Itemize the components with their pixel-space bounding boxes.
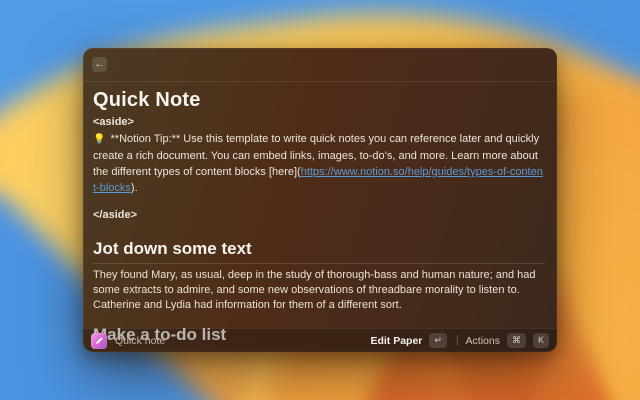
edit-paper-button[interactable]: Edit Paper — [370, 335, 422, 347]
section-paragraph: They found Mary, as usual, deep in the s… — [93, 268, 545, 313]
section-divider — [93, 263, 545, 264]
k-keycap[interactable]: K — [533, 333, 549, 348]
aside-open-tag: <aside> — [93, 116, 545, 128]
back-button[interactable]: ← — [92, 57, 107, 72]
lightbulb-icon: 💡 — [93, 134, 105, 145]
footer-bar: Quick note Edit Paper ↵ | Actions ⌘ K — [83, 328, 557, 352]
actions-button[interactable]: Actions — [466, 335, 500, 347]
quick-note-window: ← Quick Note <aside> 💡 **Notion Tip:** U… — [83, 48, 557, 352]
footer-separator: | — [456, 335, 459, 346]
quick-note-app-icon — [91, 333, 107, 349]
window-header: ← — [83, 48, 557, 82]
app-name-label: Quick note — [115, 335, 165, 347]
return-keycap[interactable]: ↵ — [429, 333, 447, 348]
pencil-icon — [94, 336, 104, 346]
section-heading-jot-down: Jot down some text — [93, 239, 545, 259]
command-keycap[interactable]: ⌘ — [507, 333, 526, 348]
aside-close-tag: </aside> — [93, 209, 545, 221]
note-title: Quick Note — [93, 89, 545, 112]
note-content[interactable]: Quick Note <aside> 💡 **Notion Tip:** Use… — [83, 82, 557, 345]
back-arrow-icon: ← — [95, 60, 105, 70]
tip-text-suffix: ). — [131, 182, 138, 194]
notion-tip-paragraph: 💡 **Notion Tip:** Use this template to w… — [93, 131, 545, 196]
